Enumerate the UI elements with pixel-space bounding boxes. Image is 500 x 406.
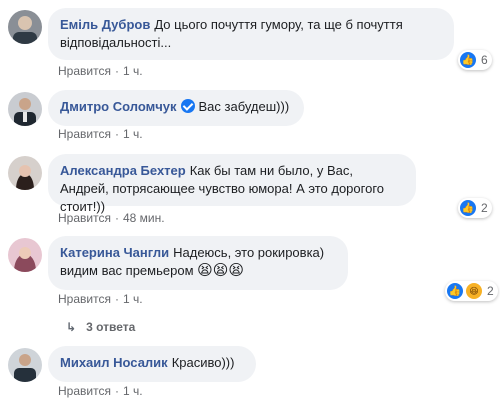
reply-arrow-icon: ↳	[66, 320, 77, 334]
avatar[interactable]	[8, 348, 42, 382]
comment-bubble: Александра Бехтер Как бы там ни было, у В…	[48, 154, 416, 214]
author-name[interactable]: Катерина Чангли	[60, 245, 169, 260]
comment-actions: Нравится · 48 мин.	[58, 211, 165, 225]
author-name[interactable]: Александра Бехтер	[60, 163, 186, 178]
separator: ·	[114, 127, 119, 141]
timestamp[interactable]: 48 мин.	[123, 211, 165, 225]
comment-bubble: Михаил Носалик Красиво)))	[48, 346, 256, 382]
separator: ·	[114, 64, 119, 78]
like-link[interactable]: Нравится	[58, 211, 111, 225]
timestamp[interactable]: 1 ч.	[123, 292, 143, 306]
reaction-summary[interactable]: 👍 2	[458, 198, 492, 218]
like-link[interactable]: Нравится	[58, 64, 111, 78]
reaction-summary[interactable]: 👍 6	[458, 50, 492, 70]
emoji: 😫😫😫	[197, 262, 245, 279]
avatar[interactable]	[8, 156, 42, 190]
author-name[interactable]: Еміль Дубров	[60, 17, 150, 32]
timestamp[interactable]: 1 ч.	[123, 127, 143, 141]
comment-actions: Нравится · 1 ч.	[58, 64, 143, 78]
comment-bubble: Катерина Чангли Надеюсь, это рокировка) в…	[48, 236, 348, 290]
verified-badge-icon	[180, 99, 195, 113]
comment-bubble: Еміль Дубров До цього почуття гумору, та …	[48, 8, 454, 60]
separator: ·	[114, 211, 119, 225]
like-link[interactable]: Нравится	[58, 384, 111, 398]
like-link[interactable]: Нравится	[58, 127, 111, 141]
comment-bubble: Дмитро Соломчук Вас забудеш)))	[48, 90, 304, 126]
timestamp[interactable]: 1 ч.	[123, 64, 143, 78]
replies-count[interactable]: 3 ответа	[86, 320, 135, 334]
comment-actions: Нравится · 1 ч.	[58, 127, 143, 141]
reaction-summary[interactable]: 👍 😆 2	[445, 281, 498, 301]
avatar[interactable]	[8, 10, 42, 44]
reaction-count: 6	[481, 53, 488, 67]
comment-actions: Нравится · 1 ч.	[58, 384, 143, 398]
like-icon: 👍	[447, 283, 463, 299]
author-name[interactable]: Михаил Носалик	[60, 355, 168, 370]
reaction-count: 2	[481, 201, 488, 215]
separator: ·	[114, 384, 119, 398]
comment-actions: Нравится · 1 ч.	[58, 292, 143, 306]
like-icon: 👍	[460, 52, 476, 68]
author-name[interactable]: Дмитро Соломчук	[60, 99, 177, 114]
view-replies-link[interactable]: ↳ 3 ответа	[66, 320, 135, 334]
comment-text: Красиво)))	[171, 355, 235, 370]
avatar[interactable]	[8, 92, 42, 126]
like-link[interactable]: Нравится	[58, 292, 111, 306]
like-icon: 👍	[460, 200, 476, 216]
reaction-count: 2	[487, 284, 494, 298]
separator: ·	[114, 292, 119, 306]
comment-text: Вас забудеш)))	[198, 99, 290, 114]
timestamp[interactable]: 1 ч.	[123, 384, 143, 398]
haha-icon: 😆	[466, 283, 482, 299]
avatar[interactable]	[8, 238, 42, 272]
